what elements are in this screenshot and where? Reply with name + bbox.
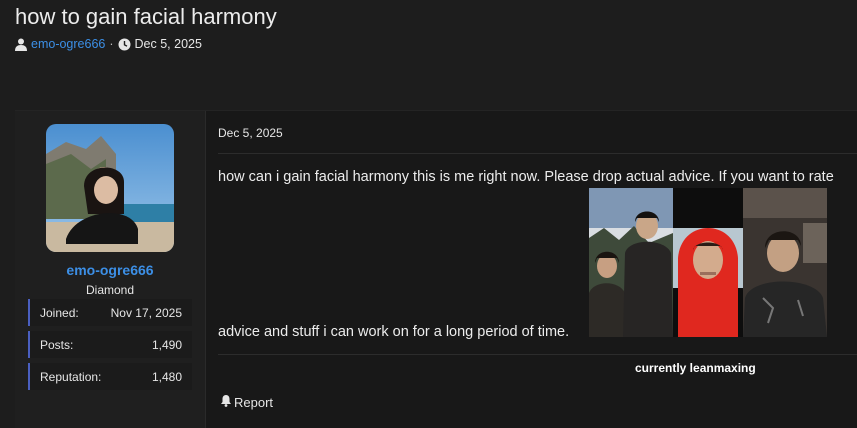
signature-text: currently leanmaxing	[635, 361, 756, 375]
post-image[interactable]	[743, 188, 827, 337]
meta-separator: ·	[109, 37, 114, 51]
username[interactable]: emo-ogre666	[15, 262, 205, 278]
post-body-line1: how can i gain facial harmony this is me…	[218, 169, 834, 185]
stat-value: 1,490	[151, 338, 182, 352]
stat-joined: Joined: Nov 17, 2025	[28, 299, 192, 326]
thread-date[interactable]: Dec 5, 2025	[135, 37, 202, 51]
thread-meta: emo-ogre666 · Dec 5, 2025	[15, 37, 202, 51]
signature-divider	[218, 354, 857, 355]
stat-value: 1,480	[151, 370, 182, 384]
thread-header: how to gain facial harmony emo-ogre666 ·…	[0, 0, 857, 70]
stat-value: Nov 17, 2025	[110, 306, 182, 320]
thread-title: how to gain facial harmony	[15, 4, 277, 29]
avatar[interactable]	[46, 124, 174, 252]
bell-icon	[220, 394, 232, 410]
post-image[interactable]	[589, 188, 673, 337]
stat-label: Posts:	[40, 338, 74, 352]
report-label: Report	[234, 394, 274, 410]
report-button[interactable]: Report	[220, 394, 273, 410]
stat-label: Reputation:	[40, 370, 102, 384]
thread-author-link[interactable]: emo-ogre666	[31, 37, 105, 51]
post-body-line2: advice and stuff i can work on for a lon…	[218, 324, 570, 340]
user-panel: emo-ogre666 Diamond Joined: Nov 17, 2025…	[15, 111, 206, 428]
stat-label: Joined:	[40, 306, 79, 320]
stat-reputation: Reputation: 1,480	[28, 363, 192, 390]
post-image[interactable]	[673, 188, 743, 337]
post-divider	[218, 153, 857, 154]
clock-icon	[118, 38, 131, 51]
post: emo-ogre666 Diamond Joined: Nov 17, 2025…	[15, 110, 857, 428]
user-title: Diamond	[85, 283, 135, 297]
stat-posts: Posts: 1,490	[28, 331, 192, 358]
user-icon	[15, 38, 27, 51]
user-stats: Joined: Nov 17, 2025 Posts: 1,490 Reputa…	[28, 299, 192, 395]
post-date[interactable]: Dec 5, 2025	[218, 126, 283, 140]
